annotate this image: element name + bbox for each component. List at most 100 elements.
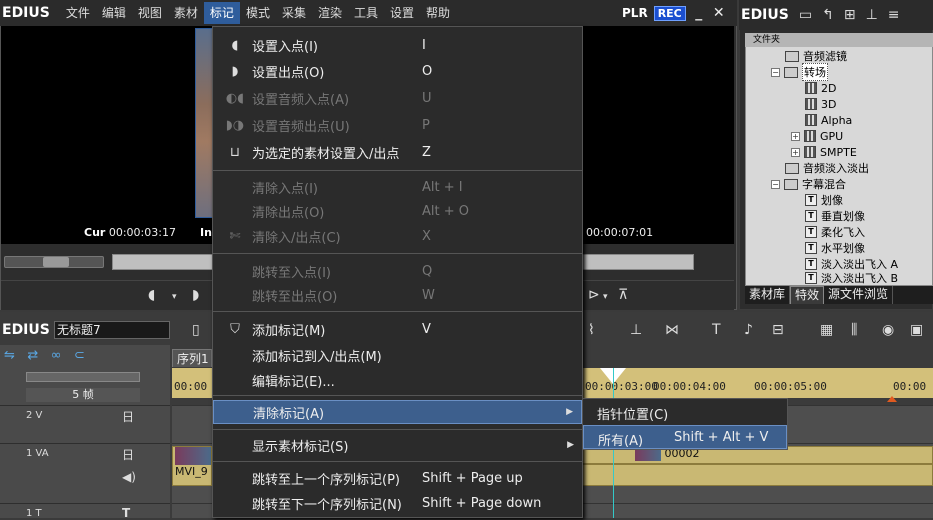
menu-item-goto-in[interactable]: 跳转至入点(I) Q bbox=[213, 259, 582, 283]
menu-help[interactable]: 帮助 bbox=[420, 2, 456, 24]
menu-item-add-marker-inout[interactable]: 添加标记到入/出点(M) bbox=[213, 343, 582, 367]
menu-clip[interactable]: 素材 bbox=[168, 2, 204, 24]
audio-clip[interactable] bbox=[582, 464, 933, 486]
app-brand: EDIUS bbox=[2, 5, 50, 21]
audio-level-icon[interactable]: ⊥ bbox=[866, 7, 878, 23]
title-icon[interactable]: T bbox=[712, 322, 721, 338]
submenu-item-all[interactable]: 所有(A) Shift + Alt + V bbox=[583, 425, 787, 449]
tree-view-icon[interactable]: ⊞ bbox=[844, 7, 856, 23]
menu-edit[interactable]: 编辑 bbox=[96, 2, 132, 24]
snap-icon[interactable]: ⊂ bbox=[74, 348, 85, 363]
track-video-icon[interactable]: 日 bbox=[122, 408, 134, 425]
menu-item-clear-in[interactable]: 清除入点(I) Alt + I bbox=[213, 175, 582, 199]
sync-icon[interactable]: ⇄ bbox=[27, 348, 38, 363]
export-icon[interactable]: ⊼ bbox=[618, 287, 628, 303]
collapse-icon[interactable]: − bbox=[771, 179, 780, 189]
menu-item-clear-markers[interactable]: 清除标记(A) ▶ bbox=[213, 400, 582, 424]
menu-item-show-clip-markers[interactable]: 显示素材标记(S) ▶ bbox=[213, 433, 582, 457]
new-sequence-icon[interactable]: ▯ bbox=[192, 322, 200, 338]
chevron-down-icon[interactable]: ▾ bbox=[603, 292, 608, 302]
folder-icon bbox=[785, 50, 799, 62]
collapse-icon[interactable]: − bbox=[771, 67, 780, 77]
track-video-icon[interactable]: 日 bbox=[122, 446, 134, 463]
project-name-field[interactable]: 无标题7 bbox=[54, 321, 170, 339]
menu-marker[interactable]: 标记 bbox=[203, 2, 240, 24]
minimize-button[interactable]: _ bbox=[692, 5, 706, 21]
expand-icon[interactable]: + bbox=[791, 131, 800, 141]
link-icon[interactable]: ∞ bbox=[51, 348, 62, 363]
tab-source-browser[interactable]: 源文件浏览 bbox=[824, 286, 894, 304]
tree-node[interactable]: T 淡入淡出飞入 B bbox=[805, 272, 898, 284]
menu-item-set-clip-inout[interactable]: ⊔ 为选定的素材设置入/出点 Z bbox=[213, 140, 582, 164]
track-mode-icon[interactable]: ⇋ bbox=[4, 348, 15, 363]
speaker-icon[interactable]: ◀) bbox=[122, 470, 136, 484]
tree-node[interactable]: 3D bbox=[805, 96, 836, 112]
menu-item-set-in[interactable]: ◖ 设置入点(I) I bbox=[213, 33, 582, 57]
submenu-item-cursor-position[interactable]: 指针位置(C) bbox=[583, 400, 787, 424]
chevron-down-icon[interactable]: ▾ bbox=[172, 292, 177, 302]
menu-item-next-sequence-marker[interactable]: 跳转至下一个序列标记(N) Shift + Page down bbox=[213, 491, 582, 515]
in-label: In bbox=[200, 226, 212, 239]
tree-node[interactable]: 音频淡入淡出 bbox=[785, 160, 869, 176]
plr-toggle[interactable]: PLR bbox=[622, 6, 648, 20]
tree-node[interactable]: + SMPTE bbox=[791, 144, 857, 160]
tree-node[interactable]: T 水平划像 bbox=[805, 240, 865, 256]
transition-icon[interactable]: ⋈ bbox=[665, 322, 679, 338]
shuttle-thumb[interactable] bbox=[43, 257, 69, 267]
tree-node[interactable]: 音频滤镜 bbox=[785, 48, 847, 64]
mixer-icon[interactable]: ⫼ bbox=[851, 322, 857, 338]
multicam-icon[interactable]: ▦ bbox=[820, 322, 833, 338]
menu-item-clear-out[interactable]: 清除出点(O) Alt + O bbox=[213, 199, 582, 223]
title-effect-icon: T bbox=[805, 242, 817, 254]
close-button[interactable]: ✕ bbox=[712, 5, 726, 21]
color-icon[interactable]: ◉ bbox=[882, 322, 894, 338]
sequence-tab[interactable]: 序列1 bbox=[172, 349, 212, 367]
shuttle-slider[interactable] bbox=[4, 256, 104, 268]
tab-bin[interactable]: 素材库 bbox=[745, 286, 791, 304]
up-folder-icon[interactable]: ↰ bbox=[822, 7, 834, 23]
tree-node[interactable]: − 转场 bbox=[771, 63, 828, 81]
render-icon[interactable]: ⊟ bbox=[772, 322, 784, 338]
title-effect-icon: T bbox=[805, 258, 817, 270]
expand-icon[interactable]: + bbox=[791, 147, 800, 157]
set-in-icon[interactable]: ◖ bbox=[148, 287, 155, 303]
menu-item-add-marker[interactable]: ⛉ 添加标记(M) V bbox=[213, 317, 582, 341]
menu-item-prev-sequence-marker[interactable]: 跳转至上一个序列标记(P) Shift + Page up bbox=[213, 466, 582, 490]
microphone-icon[interactable]: ♪ bbox=[744, 322, 753, 338]
frame-rate-select[interactable]: 5 帧 bbox=[26, 388, 140, 402]
out-point-marker[interactable] bbox=[887, 396, 897, 402]
menu-file[interactable]: 文件 bbox=[60, 2, 96, 24]
tree-node[interactable]: T 垂直划像 bbox=[805, 208, 865, 224]
tab-effects[interactable]: 特效 bbox=[790, 286, 825, 304]
tree-node[interactable]: Alpha bbox=[805, 112, 852, 128]
menu-view[interactable]: 视图 bbox=[132, 2, 168, 24]
overwrite-icon[interactable]: ⊳ bbox=[588, 287, 600, 303]
menu-item-set-audio-out[interactable]: ◗◑ 设置音频出点(U) P bbox=[213, 113, 582, 137]
menu-item-set-audio-in[interactable]: ◐◖ 设置音频入点(A) U bbox=[213, 86, 582, 110]
tree-node[interactable]: T 淡入淡出飞入 A bbox=[805, 256, 898, 272]
menu-capture[interactable]: 采集 bbox=[276, 2, 312, 24]
tree-node[interactable]: − 字幕混合 bbox=[771, 176, 846, 192]
folder-icon[interactable]: ▭ bbox=[799, 7, 812, 23]
menu-settings[interactable]: 设置 bbox=[384, 2, 420, 24]
menu-item-edit-marker[interactable]: 编辑标记(E)... bbox=[213, 368, 582, 392]
menu-mode[interactable]: 模式 bbox=[240, 2, 276, 24]
tree-node[interactable]: 2D bbox=[805, 80, 836, 96]
settings-icon[interactable]: ≡ bbox=[888, 7, 900, 23]
menu-item-goto-out[interactable]: 跳转至出点(O) W bbox=[213, 283, 582, 307]
set-out-icon[interactable]: ◗ bbox=[192, 287, 199, 303]
tree-node[interactable]: + GPU bbox=[791, 128, 843, 144]
rec-toggle[interactable]: REC bbox=[653, 5, 686, 21]
video-clip[interactable]: MVI_9 bbox=[172, 446, 212, 486]
menu-item-clear-inout[interactable]: ✄ 清除入/出点(C) X bbox=[213, 224, 582, 248]
layout-icon[interactable]: ▣ bbox=[910, 322, 923, 338]
ripple-icon[interactable]: ⌇ bbox=[588, 322, 595, 338]
audio-in-icon: ◐◖ bbox=[225, 90, 245, 106]
menu-item-set-out[interactable]: ◗ 设置出点(O) O bbox=[213, 59, 582, 83]
zoom-slider[interactable] bbox=[26, 372, 140, 382]
tree-node[interactable]: T 柔化飞入 bbox=[805, 224, 865, 240]
menu-render[interactable]: 渲染 bbox=[312, 2, 348, 24]
split-icon[interactable]: ⊥ bbox=[630, 322, 642, 338]
tree-node[interactable]: T 划像 bbox=[805, 192, 843, 208]
menu-tools[interactable]: 工具 bbox=[348, 2, 384, 24]
